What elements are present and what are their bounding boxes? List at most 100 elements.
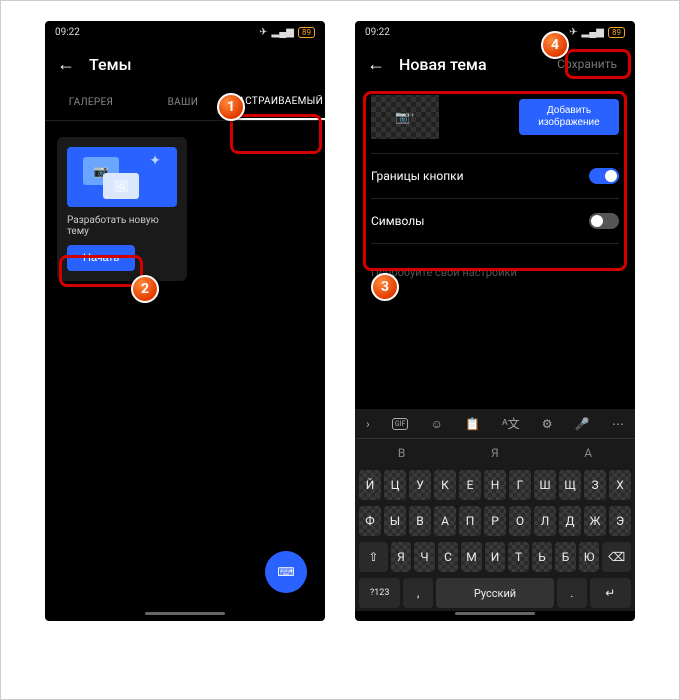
setting-label: Границы кнопки <box>371 169 464 183</box>
key-В[interactable]: В <box>409 506 431 536</box>
tab-yours[interactable]: ВАШИ <box>137 85 229 120</box>
shift-key[interactable]: ⇧ <box>359 542 388 572</box>
comma-key[interactable]: , <box>403 578 433 608</box>
send-icon: ✈ <box>259 27 267 38</box>
image-placeholder[interactable]: 📷⁺ <box>371 95 439 139</box>
status-time: 09:22 <box>365 27 390 38</box>
key-Е[interactable]: Е <box>459 470 481 500</box>
phone-left: 09:22 ✈ ▂▄▆ 89 ← Темы ГАЛЕРЕЯ ВАШИ НАСТР… <box>45 21 325 621</box>
key-Х[interactable]: Х <box>609 470 631 500</box>
key-Ж[interactable]: Ж <box>584 506 606 536</box>
key-Ы[interactable]: Ы <box>384 506 406 536</box>
setting-label: Символы <box>371 214 425 228</box>
symbols-key[interactable]: ?123 <box>359 578 400 608</box>
key-Л[interactable]: Л <box>534 506 556 536</box>
key-П[interactable]: П <box>459 506 481 536</box>
suggestion[interactable]: Я <box>491 446 499 460</box>
home-indicator <box>145 612 225 615</box>
card-illustration: 📷 🖼 ✦ <box>67 147 177 207</box>
key-Щ[interactable]: Щ <box>559 470 581 500</box>
translate-icon[interactable]: ᴬ文 <box>502 415 519 432</box>
sticker-icon[interactable]: ☺ <box>431 417 443 431</box>
key-Г[interactable]: Г <box>509 470 531 500</box>
settings-icon[interactable]: ⚙ <box>542 417 553 431</box>
key-Я[interactable]: Я <box>391 542 412 572</box>
callout-1: 1 <box>217 93 245 121</box>
page-title: Темы <box>89 55 131 74</box>
status-bar: 09:22 ✈ ▂▄▆ 89 <box>355 21 635 43</box>
toggle-borders[interactable] <box>589 168 619 184</box>
home-indicator <box>455 612 535 615</box>
key-М[interactable]: М <box>461 542 482 572</box>
callout-3: 3 <box>371 273 399 301</box>
suggestion-bar: В Я А <box>355 439 635 467</box>
key-Э[interactable]: Э <box>609 506 631 536</box>
try-settings-hint: Попробуйте свои настройки <box>355 266 635 279</box>
key-Ц[interactable]: Ц <box>384 470 406 500</box>
key-С[interactable]: С <box>438 542 459 572</box>
key-А[interactable]: А <box>434 506 456 536</box>
key-Р[interactable]: Р <box>484 506 506 536</box>
send-icon: ✈ <box>569 27 577 38</box>
key-row-3: ⇧ЯЧСМИТЬБЮ⌫ <box>355 539 635 575</box>
setting-symbols[interactable]: Символы <box>371 198 619 244</box>
setting-borders[interactable]: Границы кнопки <box>371 153 619 198</box>
title-bar: ← Новая тема Сохранить <box>355 43 635 85</box>
page-title: Новая тема <box>399 55 487 74</box>
theme-settings: 📷⁺ Добавить изображение Границы кнопки С… <box>355 85 635 244</box>
key-Б[interactable]: Б <box>555 542 576 572</box>
key-row-1: ЙЦУКЕНГШЩЗХ <box>355 467 635 503</box>
wifi-icon: ▂▄▆ <box>582 27 604 38</box>
sparkle-icon: ✦ <box>149 153 161 169</box>
key-Н[interactable]: Н <box>484 470 506 500</box>
key-row-4: ?123 , Русский . ↵ <box>355 575 635 611</box>
add-photo-icon: 📷⁺ <box>395 110 415 124</box>
more-icon[interactable]: ⋯ <box>612 417 624 431</box>
back-icon[interactable]: ← <box>57 54 75 75</box>
key-row-2: ФЫВАПРОЛДЖЭ <box>355 503 635 539</box>
keyboard-fab[interactable]: ⌨ <box>265 551 307 593</box>
keyboard-icon: ⌨ <box>277 565 294 579</box>
callout-4: 4 <box>541 31 569 59</box>
period-key[interactable]: . <box>557 578 587 608</box>
image-icon: 🖼 <box>103 173 139 199</box>
clipboard-icon[interactable]: 📋 <box>465 417 480 431</box>
suggestion[interactable]: В <box>398 446 405 460</box>
start-button[interactable]: Начать <box>67 245 135 271</box>
callout-2: 2 <box>131 275 159 303</box>
keyboard: › GIF ☺ 📋 ᴬ文 ⚙ 🎤 ⋯ В Я А ЙЦУКЕНГШЩЗХ ФЫВ… <box>355 409 635 611</box>
space-key[interactable]: Русский <box>436 578 554 608</box>
tab-gallery[interactable]: ГАЛЕРЕЯ <box>45 85 137 120</box>
key-Ю[interactable]: Ю <box>579 542 600 572</box>
enter-key[interactable]: ↵ <box>590 578 631 608</box>
phone-right: 09:22 ✈ ▂▄▆ 89 ← Новая тема Сохранить 📷⁺… <box>355 21 635 621</box>
key-О[interactable]: О <box>509 506 531 536</box>
tabs: ГАЛЕРЕЯ ВАШИ НАСТРАИВАЕМЫЙ <box>45 85 325 121</box>
key-З[interactable]: З <box>584 470 606 500</box>
back-icon[interactable]: ← <box>367 54 385 75</box>
key-Ь[interactable]: Ь <box>532 542 553 572</box>
key-Й[interactable]: Й <box>359 470 381 500</box>
wifi-icon: ▂▄▆ <box>272 27 294 38</box>
add-image-button[interactable]: Добавить изображение <box>519 99 619 135</box>
toggle-symbols[interactable] <box>589 213 619 229</box>
gif-icon[interactable]: GIF <box>392 418 409 430</box>
key-Ч[interactable]: Ч <box>414 542 435 572</box>
key-К[interactable]: К <box>434 470 456 500</box>
backspace-key[interactable]: ⌫ <box>602 542 631 572</box>
chevron-right-icon[interactable]: › <box>366 417 370 431</box>
key-Ф[interactable]: Ф <box>359 506 381 536</box>
suggestion[interactable]: А <box>584 446 592 460</box>
key-Т[interactable]: Т <box>508 542 529 572</box>
new-theme-card: 📷 🖼 ✦ Разработать новую тему Начать <box>57 137 187 281</box>
key-Ш[interactable]: Ш <box>534 470 556 500</box>
status-time: 09:22 <box>55 27 80 38</box>
battery-icon: 89 <box>298 27 315 38</box>
key-Д[interactable]: Д <box>559 506 581 536</box>
mic-icon[interactable]: 🎤 <box>575 417 590 431</box>
key-У[interactable]: У <box>409 470 431 500</box>
keyboard-toolbar: › GIF ☺ 📋 ᴬ文 ⚙ 🎤 ⋯ <box>355 409 635 439</box>
battery-icon: 89 <box>608 27 625 38</box>
key-И[interactable]: И <box>485 542 506 572</box>
status-bar: 09:22 ✈ ▂▄▆ 89 <box>45 21 325 43</box>
